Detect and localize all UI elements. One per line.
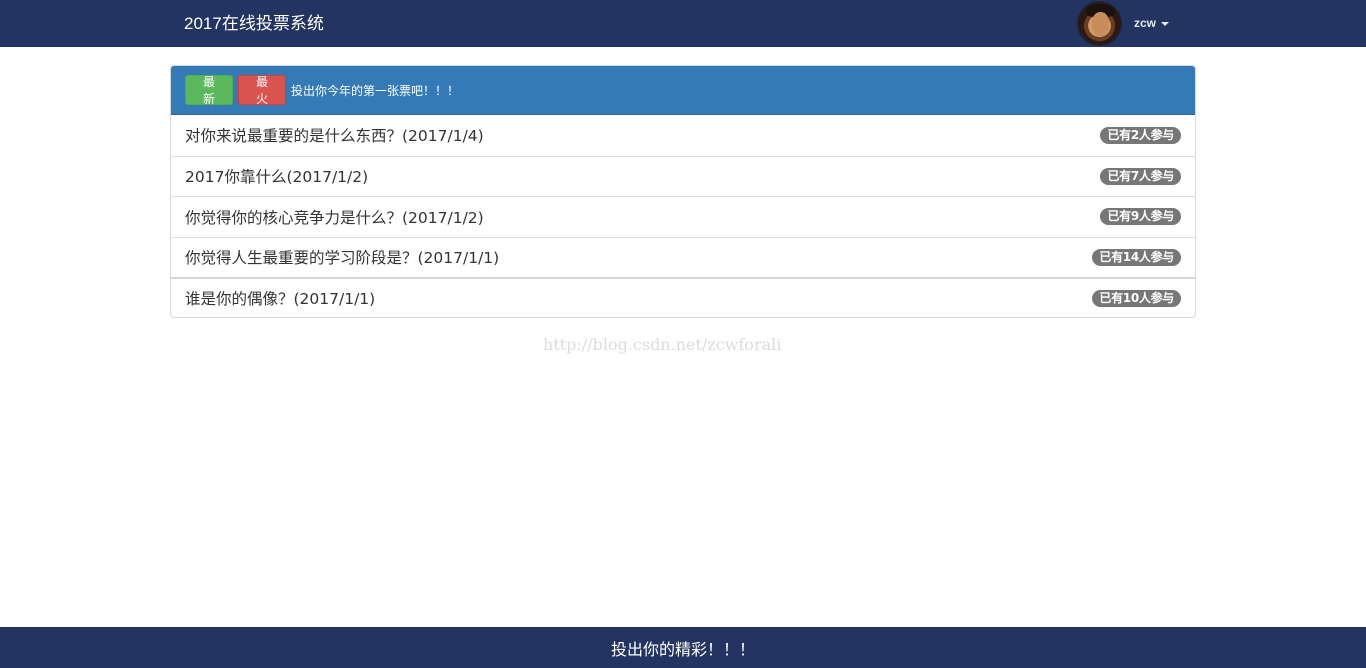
list-item[interactable]: 你觉得人生最重要的学习阶段是？(2017/1/1) 已有14人参与 bbox=[171, 236, 1195, 278]
user-menu-dropdown[interactable]: zcw bbox=[1134, 16, 1170, 30]
hottest-button[interactable]: 最火 bbox=[238, 75, 286, 106]
poll-title: 2017你靠什么(2017/1/2) bbox=[185, 168, 369, 187]
panel-heading: 最新 最火 投出你今年的第一张票吧！！！ bbox=[171, 66, 1195, 115]
list-item[interactable]: 谁是你的偶像？(2017/1/1) 已有10人参与 bbox=[171, 277, 1195, 317]
poll-title: 你觉得你的核心竞争力是什么？(2017/1/2) bbox=[185, 208, 484, 227]
footer-text: 投出你的精彩！！！ bbox=[610, 639, 755, 659]
list-item[interactable]: 你觉得你的核心竞争力是什么？(2017/1/2) 已有9人参与 bbox=[171, 196, 1195, 237]
vote-panel: 最新 最火 投出你今年的第一张票吧！！！ 对你来说最重要的是什么东西？(2017… bbox=[170, 65, 1196, 318]
participant-badge: 已有7人参与 bbox=[1100, 167, 1181, 185]
chevron-down-icon bbox=[1161, 21, 1170, 26]
footer-bar: 投出你的精彩！！！ bbox=[0, 627, 1366, 668]
poll-title: 谁是你的偶像？(2017/1/1) bbox=[185, 290, 376, 309]
poll-list: 对你来说最重要的是什么东西？(2017/1/4) 已有2人参与 2017你靠什么… bbox=[171, 115, 1195, 317]
participant-badge: 已有10人参与 bbox=[1092, 289, 1181, 307]
list-item[interactable]: 对你来说最重要的是什么东西？(2017/1/4) 已有2人参与 bbox=[171, 115, 1195, 156]
avatar-face bbox=[1092, 12, 1109, 36]
panel-heading-text: 投出你今年的第一张票吧！！！ bbox=[291, 83, 460, 98]
newest-button[interactable]: 最新 bbox=[185, 75, 233, 106]
poll-title: 你觉得人生最重要的学习阶段是？(2017/1/1) bbox=[185, 249, 500, 268]
top-navbar: 2017在线投票系统 zcw bbox=[0, 0, 1366, 47]
participant-badge: 已有9人参与 bbox=[1100, 208, 1181, 226]
poll-title: 对你来说最重要的是什么东西？(2017/1/4) bbox=[185, 127, 484, 146]
brand-title[interactable]: 2017在线投票系统 bbox=[184, 13, 324, 35]
participant-badge: 已有2人参与 bbox=[1100, 126, 1181, 144]
user-avatar[interactable] bbox=[1077, 1, 1122, 46]
watermark-url: http://blog.csdn.net/zcwforali bbox=[543, 335, 782, 354]
list-item[interactable]: 2017你靠什么(2017/1/2) 已有7人参与 bbox=[171, 155, 1195, 197]
username-label: zcw bbox=[1134, 16, 1157, 30]
participant-badge: 已有14人参与 bbox=[1092, 248, 1181, 266]
